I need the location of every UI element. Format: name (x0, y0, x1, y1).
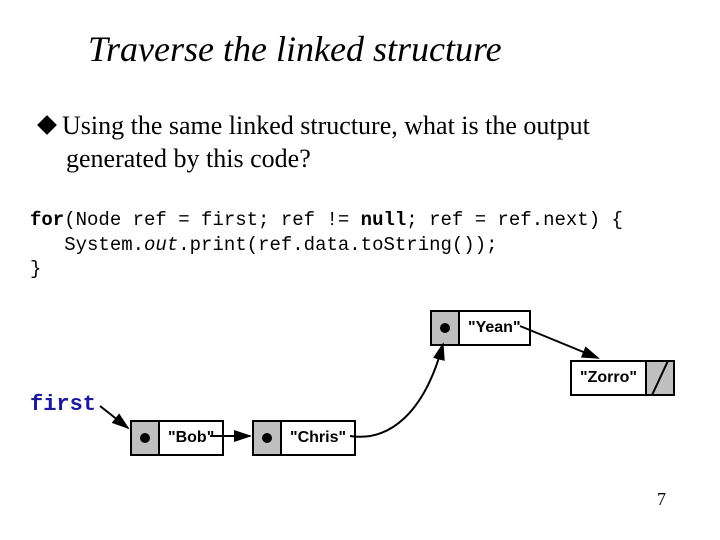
null-slash-icon (651, 361, 668, 394)
kw-null: null (361, 209, 407, 231)
node-chris-data: "Chris" (282, 422, 354, 454)
code-l3: } (30, 258, 41, 280)
kw-for: for (30, 209, 64, 231)
node-bob-data: "Bob" (160, 422, 222, 454)
dot-icon (140, 433, 150, 443)
node-zorro-data: "Zorro" (572, 362, 645, 394)
first-pointer-label: first (30, 392, 96, 417)
code-l2a: System. (30, 234, 144, 256)
node-bob: "Bob" (130, 420, 224, 456)
code-l1b: (Node ref = first; ref != (64, 209, 360, 231)
code-l1d: ; ref = ref.next) { (406, 209, 623, 231)
slide-title: Traverse the linked structure (88, 28, 502, 70)
node-chris-ptr (254, 422, 282, 454)
bullet-diamond-icon (37, 115, 57, 135)
linked-list-diagram: first "Bob" "Chris" "Yean" "Zorro" (30, 292, 690, 472)
code-out: out (144, 234, 178, 256)
dot-icon (262, 433, 272, 443)
bullet-item: Using the same linked structure, what is… (40, 110, 680, 175)
node-yean-data: "Yean" (460, 312, 529, 344)
node-chris: "Chris" (252, 420, 356, 456)
code-snippet: for(Node ref = first; ref != null; ref =… (30, 208, 700, 282)
node-bob-ptr (132, 422, 160, 454)
node-yean: "Yean" (430, 310, 531, 346)
bullet-line1: Using the same linked structure, what is… (62, 111, 590, 140)
page-number: 7 (657, 489, 666, 510)
bullet-line2: generated by this code? (66, 143, 680, 176)
dot-icon (440, 323, 450, 333)
code-l2c: .print(ref.data.toString()); (178, 234, 497, 256)
node-zorro-null (645, 362, 673, 394)
node-yean-ptr (432, 312, 460, 344)
node-zorro: "Zorro" (570, 360, 675, 396)
